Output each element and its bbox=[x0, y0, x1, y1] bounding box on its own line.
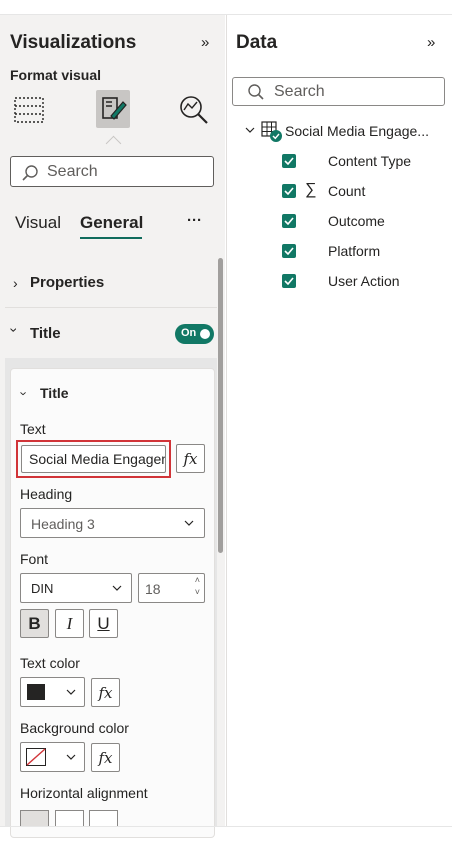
analytics-magnifier-icon[interactable] bbox=[177, 91, 211, 129]
tab-general[interactable]: General bbox=[80, 213, 143, 233]
data-search-input[interactable]: Search bbox=[232, 77, 445, 106]
visualizations-title: Visualizations bbox=[10, 32, 137, 53]
properties-section-header[interactable]: Properties bbox=[30, 274, 104, 291]
font-size-value: 18 bbox=[145, 581, 161, 597]
text-color-swatch bbox=[27, 684, 45, 700]
sigma-icon: ∑ bbox=[305, 181, 317, 198]
more-options-icon[interactable]: ··· bbox=[187, 212, 202, 229]
toggle-knob bbox=[200, 329, 210, 339]
chevron-down-icon[interactable]: › bbox=[17, 391, 32, 395]
title-text-input[interactable]: Social Media Engagement bbox=[21, 445, 166, 473]
chevron-down-icon[interactable] bbox=[245, 127, 255, 133]
text-color-picker[interactable] bbox=[20, 677, 85, 707]
background-color-fx-button[interactable]: fx bbox=[91, 743, 120, 772]
table-grid-icon[interactable] bbox=[12, 91, 46, 129]
field-name: Outcome bbox=[328, 213, 385, 229]
chevron-down-icon[interactable]: › bbox=[6, 328, 22, 333]
font-family-select[interactable]: DIN bbox=[20, 573, 132, 603]
collapse-data-icon[interactable]: » bbox=[427, 34, 435, 51]
field-name: Content Type bbox=[328, 153, 412, 169]
checkbox-checked-icon[interactable] bbox=[282, 244, 296, 258]
checkbox-checked-icon[interactable] bbox=[282, 214, 296, 228]
text-color-fx-button[interactable]: fx bbox=[91, 678, 120, 707]
bold-button[interactable]: B bbox=[20, 609, 49, 638]
checkbox-checked-icon[interactable] bbox=[282, 274, 296, 288]
font-size-stepper[interactable]: 18 ˄ ˅ bbox=[138, 573, 205, 603]
title-card-header[interactable]: Title bbox=[40, 385, 69, 401]
heading-select[interactable]: Heading 3 bbox=[20, 508, 205, 538]
chevron-down-icon bbox=[184, 520, 194, 526]
search-icon bbox=[22, 165, 38, 181]
toggle-label: On bbox=[181, 327, 197, 339]
search-icon bbox=[248, 84, 264, 100]
data-search-placeholder: Search bbox=[274, 83, 325, 100]
stepper-down-icon[interactable]: ˅ bbox=[195, 587, 200, 597]
active-tab-indicator bbox=[80, 237, 142, 239]
field-name: Platform bbox=[328, 243, 381, 259]
checkbox-checked-icon[interactable] bbox=[282, 184, 296, 198]
data-title: Data bbox=[236, 32, 278, 53]
chevron-down-icon bbox=[66, 689, 76, 695]
no-color-swatch-icon bbox=[26, 748, 46, 766]
format-pane-scrollbar[interactable] bbox=[218, 258, 223, 553]
table-name[interactable]: Social Media Engage... bbox=[285, 123, 429, 139]
title-toggle[interactable]: On bbox=[175, 324, 214, 344]
align-left-button[interactable] bbox=[20, 810, 49, 826]
background-color-label: Background color bbox=[20, 720, 129, 736]
horizontal-alignment-label: Horizontal alignment bbox=[20, 785, 148, 801]
background-color-picker[interactable] bbox=[20, 742, 85, 772]
heading-select-value: Heading 3 bbox=[31, 516, 95, 532]
format-visual-label: Format visual bbox=[10, 67, 102, 83]
chevron-right-icon[interactable]: › bbox=[13, 275, 18, 291]
stepper-up-icon[interactable]: ˄ bbox=[195, 575, 200, 585]
search-placeholder: Search bbox=[47, 163, 98, 180]
tab-visual[interactable]: Visual bbox=[15, 213, 61, 233]
chevron-down-icon bbox=[66, 754, 76, 760]
format-search-input[interactable]: Search bbox=[10, 156, 214, 187]
bottom-border bbox=[0, 826, 452, 827]
text-color-label: Text color bbox=[20, 655, 80, 671]
format-brush-icon[interactable] bbox=[96, 90, 130, 128]
chevron-down-icon bbox=[112, 585, 122, 591]
table-icon bbox=[261, 121, 282, 142]
align-center-button[interactable] bbox=[55, 810, 84, 826]
field-name: Count bbox=[328, 183, 366, 199]
text-fx-button[interactable]: fx bbox=[176, 444, 205, 473]
italic-button[interactable]: I bbox=[55, 609, 84, 638]
heading-label: Heading bbox=[20, 486, 73, 502]
underline-button[interactable]: U bbox=[89, 609, 118, 638]
font-family-value: DIN bbox=[31, 581, 54, 596]
align-right-button[interactable] bbox=[89, 810, 118, 826]
section-divider bbox=[5, 307, 217, 308]
collapse-visualizations-icon[interactable]: » bbox=[201, 34, 209, 51]
field-name: User Action bbox=[328, 273, 400, 289]
checkbox-checked-icon[interactable] bbox=[282, 154, 296, 168]
text-label: Text bbox=[20, 421, 46, 437]
font-label: Font bbox=[20, 551, 49, 567]
title-section-header[interactable]: Title bbox=[30, 325, 61, 342]
